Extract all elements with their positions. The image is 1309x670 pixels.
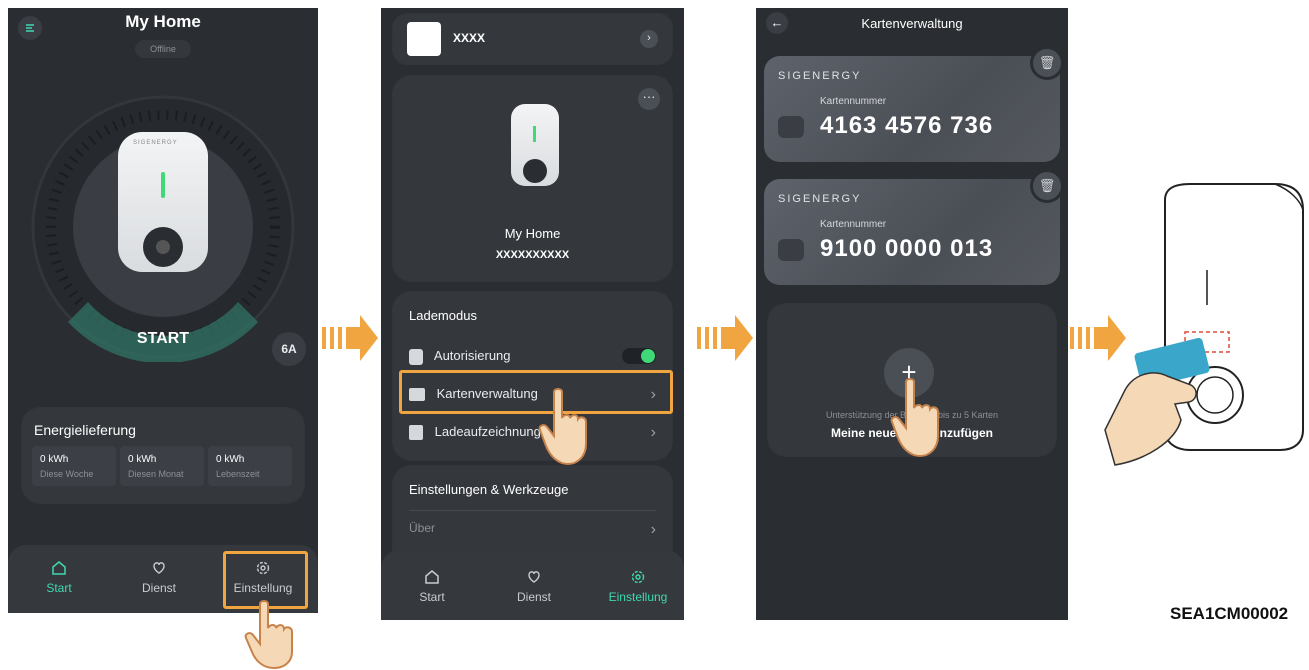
card-brand: SIGENERGY [778, 70, 862, 82]
charger-with-card-illustration [1104, 183, 1304, 466]
figure-code: SEA1CM00002 [1170, 604, 1289, 623]
autorisierung-toggle[interactable] [622, 348, 656, 364]
device-selector[interactable]: XXXX › [393, 14, 672, 64]
section-title: Einstellungen & Werkzeuge [409, 482, 569, 497]
energy-label: Diesen Monat [128, 469, 184, 479]
chevron-right-icon[interactable]: › [640, 30, 658, 48]
card-number-label: Kartennummer [820, 219, 887, 230]
home-icon [52, 561, 66, 575]
phone-card-management-screen: ← Kartenverwaltung SIGENERGY Kartennumme… [756, 8, 1068, 620]
device-thumbnail [407, 22, 441, 56]
tab-label: Dienst [516, 590, 551, 604]
trash-icon[interactable]: 🗑 [1030, 169, 1064, 203]
energy-value: 0 kWh [128, 454, 157, 465]
row-ladeaufzeichnung[interactable]: Ladeaufzeichnung › [409, 424, 656, 441]
pointer-hand-icon [890, 378, 939, 458]
card-icon [778, 116, 804, 138]
gear-icon [631, 570, 645, 584]
tab-label: Start [419, 590, 445, 604]
more-icon[interactable]: ··· [638, 88, 660, 110]
page-title: Kartenverwaltung [861, 16, 963, 31]
energy-cell: 0 kWh Diesen Monat [120, 446, 204, 486]
row-about[interactable]: Über › [409, 521, 656, 538]
page-title: My Home [125, 12, 201, 31]
card-number-label: Kartennummer [820, 96, 887, 107]
chevron-right-icon: › [650, 424, 656, 441]
energy-cell: 0 kWh Diese Woche [32, 446, 116, 486]
start-button[interactable]: START [103, 330, 223, 348]
energy-card: Energielieferung 0 kWh Diese Woche 0 kWh… [22, 408, 304, 503]
tab-label: Dienst [141, 581, 176, 595]
rfid-card[interactable]: SIGENERGY Kartennummer 9100 0000 013 🗑 [764, 169, 1064, 285]
service-icon [528, 571, 540, 583]
status-badge: Offline [135, 40, 191, 58]
service-icon [153, 562, 165, 574]
charger-card: ··· My Home XXXXXXXXXX [393, 76, 672, 281]
energy-title: Energielieferung [34, 422, 136, 438]
card-number: 9100 0000 013 [820, 235, 994, 262]
energy-label: Diese Woche [40, 469, 94, 479]
flow-arrow-icon [697, 315, 753, 361]
pointer-hand-icon [244, 600, 293, 670]
card-icon [778, 239, 804, 261]
trash-icon[interactable]: 🗑 [1030, 46, 1064, 80]
home-icon [425, 570, 439, 584]
energy-value: 0 kWh [216, 454, 245, 465]
row-label: Ladeaufzeichnung [434, 424, 541, 439]
flow-arrow-icon [322, 315, 378, 361]
charger-serial: XXXXXXXXXX [495, 249, 570, 261]
rfid-card[interactable]: SIGENERGY Kartennummer 4163 4576 736 🗑 [764, 46, 1064, 162]
charger-image [511, 104, 559, 186]
tab-dienst[interactable]: Dienst [489, 568, 579, 604]
card-number: 4163 4576 736 [820, 112, 994, 139]
tab-dienst[interactable]: Dienst [114, 559, 204, 595]
tab-bar: Start Dienst Einstellung [381, 550, 684, 620]
device-name: XXXX [453, 31, 486, 45]
section-title: Lademodus [409, 308, 477, 323]
current-badge[interactable]: 6A [272, 332, 306, 366]
tab-start[interactable]: Start [387, 568, 477, 604]
pointer-hand-icon [538, 388, 587, 466]
card-brand: SIGENERGY [778, 193, 862, 205]
energy-cell: 0 kWh Lebenszeit [208, 446, 292, 486]
energy-label: Lebenszeit [216, 469, 260, 479]
row-autorisierung: Autorisierung [409, 348, 656, 365]
charger-name: My Home [504, 226, 561, 241]
phone-home-screen: My Home Offline SIGENERGY START 6A Energ… [8, 8, 318, 613]
energy-value: 0 kWh [40, 454, 69, 465]
tab-label: Einstellung [608, 590, 668, 604]
tab-einstellung[interactable]: Einstellung [593, 568, 683, 604]
tab-start[interactable]: Start [14, 559, 104, 595]
chevron-right-icon: › [650, 521, 656, 538]
key-icon [409, 348, 423, 365]
record-icon [409, 425, 423, 441]
phone-settings-screen: XXXX › ··· My Home XXXXXXXXXX Lademodus … [381, 8, 684, 620]
tab-label: Start [46, 581, 72, 595]
row-label: Über [409, 521, 436, 535]
row-label: Autorisierung [433, 348, 511, 363]
charger-image: SIGENERGY [118, 132, 208, 272]
